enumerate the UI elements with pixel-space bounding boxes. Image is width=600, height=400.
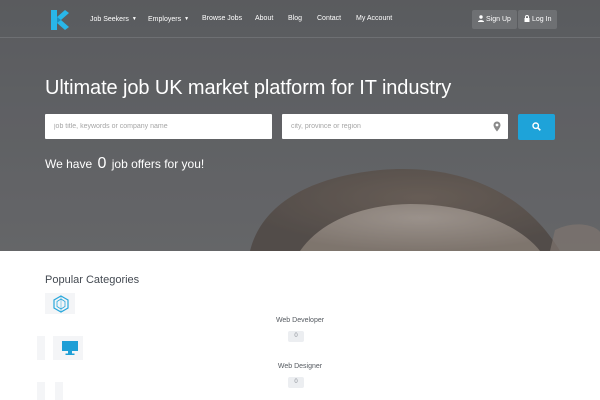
chevron-down-icon: ▼ [131, 16, 137, 22]
category-label-web-developer[interactable]: Web Developer [0, 317, 600, 324]
category-icon-box[interactable] [53, 336, 83, 360]
category-icon-box-edge [37, 336, 45, 360]
nav-item-blog[interactable]: Blog [288, 14, 302, 24]
hexagon-code-icon [53, 295, 69, 313]
chevron-down-icon: ▼ [184, 16, 190, 22]
logo-icon[interactable] [48, 8, 70, 32]
nav-item-my-account[interactable]: My Account [356, 14, 392, 24]
search-button[interactable] [518, 114, 555, 140]
nav-item-employers[interactable]: Employers ▼ [148, 14, 189, 25]
monitor-icon [62, 341, 78, 355]
category-label-web-designer[interactable]: Web Designer [0, 363, 600, 370]
nav-item-job-seekers[interactable]: Job Seekers ▼ [90, 14, 137, 25]
location-search-input[interactable] [282, 114, 508, 139]
log-in-button[interactable]: Log In [518, 10, 558, 29]
nav-item-about[interactable]: About [255, 14, 273, 24]
nav-item-contact[interactable]: Contact [317, 14, 341, 24]
keywords-search-input[interactable] [45, 114, 272, 139]
job-offers-summary: We have 0 job offers for you! [45, 155, 205, 172]
category-icon-box[interactable] [45, 293, 75, 314]
job-offers-count: 0 [97, 155, 107, 172]
category-icon-box-edge [55, 382, 63, 400]
popular-categories-title: Popular Categories [45, 274, 140, 286]
lock-icon [524, 15, 530, 22]
search-icon [532, 122, 541, 131]
hero-title: Ultimate job UK market platform for IT i… [45, 77, 452, 99]
user-icon [478, 15, 484, 22]
category-count-badge: 0 [288, 331, 304, 342]
category-count-badge: 0 [288, 377, 304, 388]
hero-banner: Job Seekers ▼ Employers ▼ Browse Jobs Abou… [0, 0, 600, 251]
top-navbar: Job Seekers ▼ Employers ▼ Browse Jobs Abou… [0, 0, 600, 38]
location-pin-icon [493, 121, 501, 132]
sign-up-button[interactable]: Sign Up [472, 10, 517, 29]
nav-item-browse-jobs[interactable]: Browse Jobs [202, 14, 242, 24]
category-icon-box-edge [37, 382, 45, 400]
